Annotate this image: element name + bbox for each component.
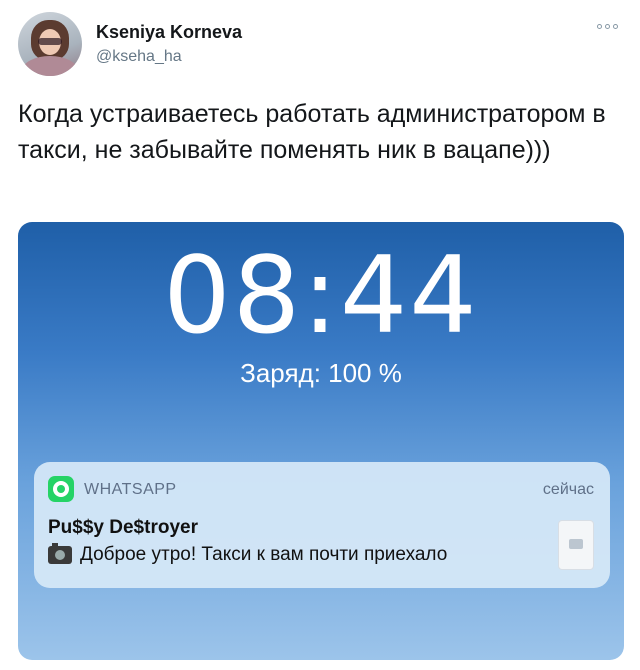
watermark: PRESSA.TV: [622, 582, 636, 659]
battery-charge: Заряд: 100 %: [240, 358, 402, 388]
whatsapp-icon: [48, 476, 74, 502]
notification-sender: Pu$$y De$troyer: [48, 517, 198, 538]
notification-time: сейчас: [542, 481, 594, 498]
notification-message-row: Доброе утро! Такси к вам почти приехало: [48, 543, 448, 566]
avatar[interactable]: [18, 12, 82, 76]
author-name[interactable]: Kseniya Korneva: [96, 22, 242, 43]
tweet-text: Когда устраиваетесь работать администрат…: [18, 100, 606, 164]
tweet-photo[interactable]: 08:44 Заряд: 100 % WHATSAPP сейчас Pu$$y…: [18, 222, 624, 660]
photo-thumbnail: [558, 520, 594, 570]
author-handle[interactable]: @kseha_ha: [96, 48, 182, 66]
notification-app-name: WHATSAPP: [84, 481, 177, 498]
tweet-header: Kseniya Korneva @kseha_ha: [18, 12, 622, 78]
camera-icon: [48, 543, 72, 564]
whatsapp-notification[interactable]: WHATSAPP сейчас Pu$$y De$troyer Доброе у…: [34, 462, 610, 588]
notification-message: Доброе утро! Такси к вам почти приехало: [80, 544, 448, 565]
more-icon[interactable]: [597, 24, 618, 29]
lockscreen-time: 08:44: [163, 234, 479, 357]
